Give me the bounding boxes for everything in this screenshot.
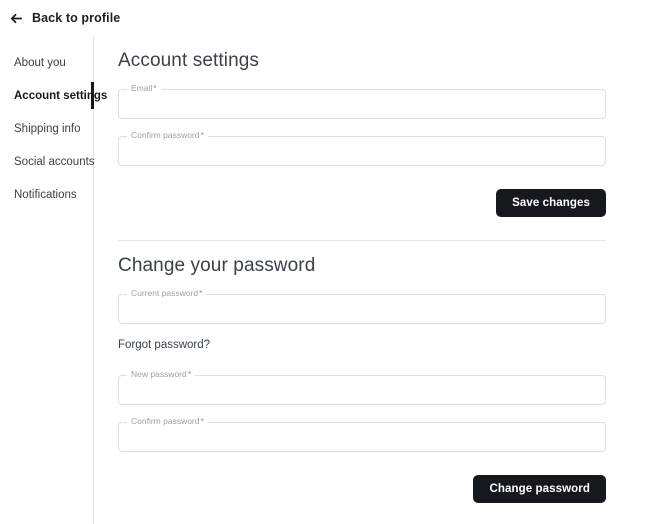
required-asterisk: *: [187, 369, 192, 379]
confirm-password-field[interactable]: Confirm password*: [118, 130, 606, 166]
email-input[interactable]: [118, 89, 606, 119]
forgot-password-link[interactable]: Forgot password?: [118, 339, 210, 351]
sidebar-nav: About you Account settings Shipping info…: [0, 36, 107, 524]
sidebar-item-about-you[interactable]: About you: [0, 46, 93, 79]
sidebar-item-label: Account settings: [14, 89, 108, 102]
sidebar-item-label: Shipping info: [14, 122, 81, 135]
back-to-profile-link[interactable]: Back to profile: [9, 11, 120, 26]
account-settings-title: Account settings: [118, 50, 260, 71]
required-asterisk: *: [200, 130, 204, 140]
top-bar: Back to profile: [0, 0, 648, 36]
sidebar-item-label: Social accounts: [14, 155, 95, 168]
new-password-field[interactable]: New password*: [118, 369, 606, 405]
sidebar-item-shipping-info[interactable]: Shipping info: [0, 112, 93, 145]
change-password-title: Change your password: [118, 255, 316, 276]
sidebar-item-notifications[interactable]: Notifications: [0, 178, 93, 211]
sidebar-item-label: About you: [14, 56, 66, 69]
confirm-new-password-field-label: Confirm password*: [127, 416, 208, 427]
change-password-button[interactable]: Change password: [473, 475, 606, 503]
main-content: Account settings Email* Confirm password…: [94, 36, 648, 524]
email-field-label: Email*: [127, 83, 161, 94]
new-password-field-label: New password*: [127, 369, 196, 380]
section-divider: [118, 240, 606, 241]
required-asterisk: *: [200, 416, 204, 426]
save-changes-button[interactable]: Save changes: [496, 189, 606, 217]
page-body: About you Account settings Shipping info…: [0, 36, 648, 524]
arrow-left-icon: [9, 11, 24, 26]
change-password-row: Change password: [118, 475, 606, 503]
required-asterisk: *: [199, 288, 203, 298]
confirm-new-password-field[interactable]: Confirm password*: [118, 416, 606, 452]
sidebar-item-social-accounts[interactable]: Social accounts: [0, 145, 95, 178]
email-field[interactable]: Email*: [118, 83, 606, 119]
confirm-password-field-label: Confirm password*: [127, 130, 208, 141]
sidebar-item-account-settings[interactable]: Account settings: [0, 79, 107, 112]
current-password-field[interactable]: Current password*: [118, 288, 606, 324]
sidebar-item-label: Notifications: [14, 188, 77, 201]
save-changes-row: Save changes: [118, 189, 606, 217]
back-to-profile-label: Back to profile: [32, 11, 121, 25]
required-asterisk: *: [153, 83, 157, 93]
current-password-field-label: Current password*: [127, 288, 207, 299]
